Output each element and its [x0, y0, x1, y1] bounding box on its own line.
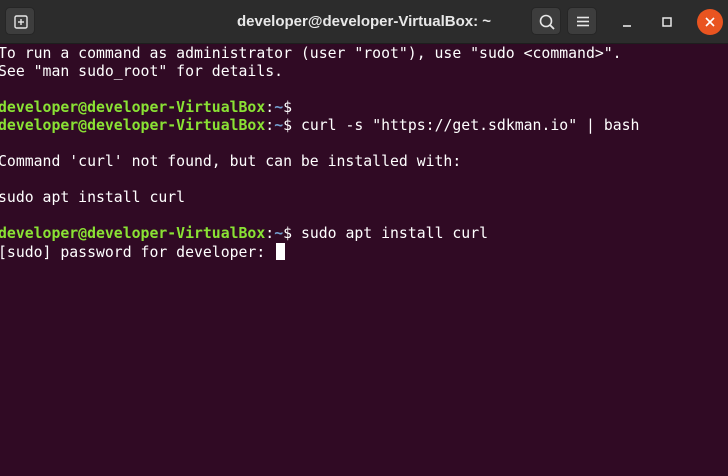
minimize-icon — [623, 25, 631, 27]
search-icon — [539, 14, 555, 30]
hamburger-menu-icon — [577, 16, 589, 27]
prompt-path: ~ — [274, 225, 284, 242]
menu-button[interactable] — [567, 7, 597, 35]
window-title: developer@developer-VirtualBox: ~ — [236, 13, 491, 30]
prompt-user-host: developer@developer-VirtualBox — [0, 225, 266, 242]
command-text: curl -s "https://get.sdkman.io" | bash — [292, 117, 640, 134]
terminal-output[interactable]: To run a command as administrator (user … — [0, 44, 728, 476]
prompt-separator: : — [265, 99, 275, 116]
prompt-line: developer@developer-VirtualBox:~$ curl -… — [0, 117, 639, 135]
new-tab-button[interactable] — [5, 7, 35, 35]
output-line: sudo apt install curl — [0, 189, 186, 206]
search-button[interactable] — [531, 7, 561, 35]
prompt-user-host: developer@developer-VirtualBox — [0, 117, 266, 134]
prompt-dollar: $ — [283, 225, 293, 242]
output-line: Command 'curl' not found, but can be ins… — [0, 153, 462, 170]
password-prompt-line[interactable]: [sudo] password for developer: — [0, 243, 286, 261]
prompt-line: developer@developer-VirtualBox:~$ — [0, 99, 292, 117]
close-button[interactable] — [697, 9, 723, 35]
maximize-icon — [662, 17, 672, 27]
prompt-line: developer@developer-VirtualBox:~$ sudo a… — [0, 225, 488, 243]
close-icon — [705, 17, 715, 27]
prompt-path: ~ — [274, 117, 284, 134]
output-line: See "man sudo_root" for details. — [0, 63, 284, 80]
minimize-button[interactable] — [617, 12, 637, 32]
password-prompt: [sudo] password for developer: — [0, 244, 275, 261]
prompt-dollar: $ — [283, 99, 293, 116]
new-tab-icon — [14, 15, 28, 29]
prompt-separator: : — [265, 117, 275, 134]
prompt-separator: : — [265, 225, 275, 242]
terminal-window: developer@developer-VirtualBox: ~ To run… — [0, 0, 728, 476]
prompt-path: ~ — [274, 99, 284, 116]
command-text: sudo apt install curl — [292, 225, 489, 242]
maximize-button[interactable] — [657, 12, 677, 32]
title-bar: developer@developer-VirtualBox: ~ — [0, 0, 728, 44]
prompt-user-host: developer@developer-VirtualBox — [0, 99, 266, 116]
prompt-dollar: $ — [283, 117, 293, 134]
text-cursor — [276, 243, 286, 260]
output-line: To run a command as administrator (user … — [0, 45, 622, 62]
